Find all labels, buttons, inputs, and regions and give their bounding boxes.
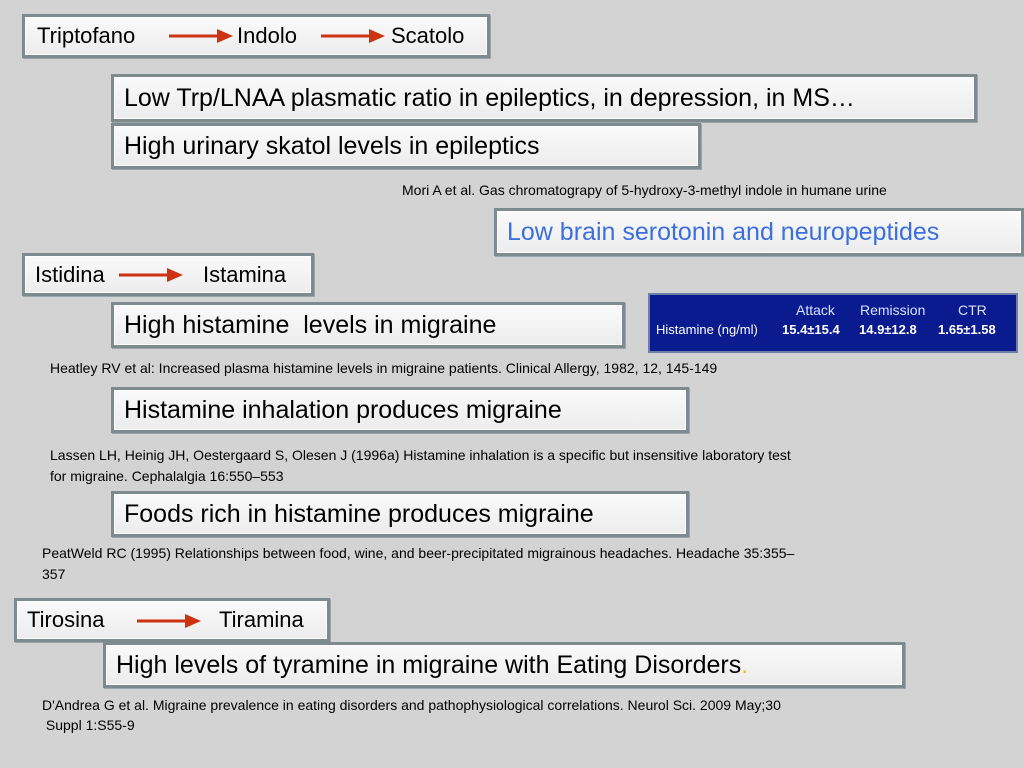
arrow-right-icon bbox=[321, 29, 385, 43]
chain-histidine-from: Istidina bbox=[35, 261, 105, 287]
statement-skatol-text: High urinary skatol levels in epileptics bbox=[124, 131, 540, 160]
statement-serotonin-text: Low brain serotonin and neuropeptides bbox=[507, 217, 940, 246]
table-value-attack: 15.4±15.4 bbox=[782, 322, 840, 337]
statement-tyramine-text: High levels of tyramine in migraine with… bbox=[116, 650, 742, 679]
statement-foods-histamine-text: Foods rich in histamine produces migrain… bbox=[124, 499, 594, 528]
reference-heatley: Heatley RV et al: Increased plasma hista… bbox=[50, 360, 718, 376]
table-value-remission: 14.9±12.8 bbox=[859, 322, 917, 337]
arrow-right-icon bbox=[169, 29, 233, 43]
chain-tryptophan-from: Triptofano bbox=[37, 23, 136, 48]
reference-dandrea-line2: Suppl 1:S55-9 bbox=[42, 717, 135, 733]
statement-skatol: High urinary skatol levels in epileptics bbox=[111, 123, 701, 169]
reference-mori: Mori A et al. Gas chromatograpy of 5-hyd… bbox=[402, 182, 887, 198]
chain-tryptophan: Triptofano Indolo Scatolo bbox=[22, 14, 490, 58]
chain-histidine: Istidina Istamina bbox=[22, 253, 314, 296]
reference-lassen-line2: for migraine. Cephalalgia 16:550–553 bbox=[50, 468, 284, 484]
chain-tyrosine-to: Tiramina bbox=[219, 607, 304, 632]
chain-tyrosine: Tirosina Tiramina bbox=[14, 598, 330, 642]
statement-serotonin: Low brain serotonin and neuropeptides bbox=[494, 208, 1024, 256]
histamine-table: Attack Remission CTR Histamine (ng/ml) 1… bbox=[648, 293, 1018, 353]
chain-tryptophan-mid: Indolo bbox=[237, 23, 297, 48]
table-header-remission: Remission bbox=[860, 302, 926, 318]
reference-peatweld-line1: PeatWeld RC (1995) Relationships between… bbox=[42, 545, 795, 561]
chain-tryptophan-to: Scatolo bbox=[391, 23, 465, 48]
statement-histamine-inhalation: Histamine inhalation produces migraine bbox=[111, 387, 689, 433]
table-header-attack: Attack bbox=[796, 302, 835, 318]
statement-histamine-levels: High histamine levels in migraine bbox=[111, 302, 625, 348]
arrow-right-icon bbox=[137, 614, 201, 628]
table-header-ctr: CTR bbox=[958, 302, 987, 318]
statement-trp-ratio-text: Low Trp/LNAA plasmatic ratio in epilepti… bbox=[124, 83, 855, 112]
statement-histamine-inhalation-text: Histamine inhalation produces migraine bbox=[124, 395, 562, 424]
reference-dandrea-line1: D'Andrea G et al. Migraine prevalence in… bbox=[42, 697, 781, 713]
statement-tyramine: High levels of tyramine in migraine with… bbox=[103, 642, 905, 688]
chain-histidine-to: Istamina bbox=[203, 261, 287, 287]
statement-histamine-levels-text: High histamine levels in migraine bbox=[124, 310, 497, 339]
arrow-right-icon bbox=[119, 268, 183, 282]
reference-lassen-line1: Lassen LH, Heinig JH, Oestergaard S, Ole… bbox=[50, 447, 791, 463]
reference-peatweld-line2: 357 bbox=[42, 566, 66, 582]
statement-foods-histamine: Foods rich in histamine produces migrain… bbox=[111, 491, 689, 537]
statement-trp-ratio: Low Trp/LNAA plasmatic ratio in epilepti… bbox=[111, 74, 977, 122]
statement-tyramine-dot: . bbox=[741, 650, 749, 679]
chain-tyrosine-from: Tirosina bbox=[27, 607, 105, 632]
table-row-label: Histamine (ng/ml) bbox=[656, 322, 758, 337]
table-value-ctr: 1.65±1.58 bbox=[938, 322, 996, 337]
